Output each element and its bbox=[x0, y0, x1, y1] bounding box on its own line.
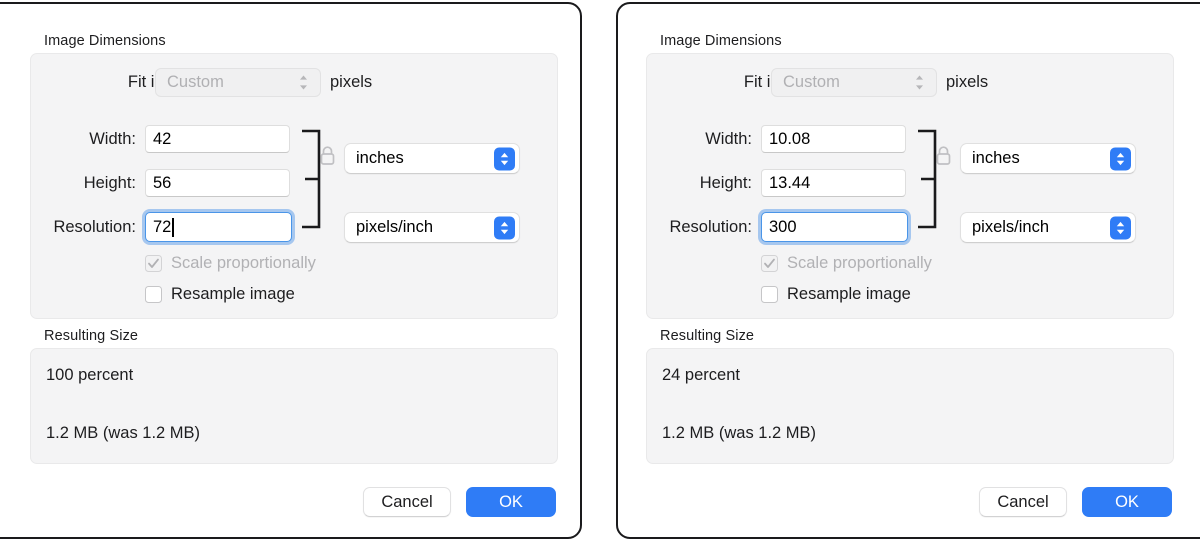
chevron-up-down-icon bbox=[494, 147, 515, 170]
resample-image-label: Resample image bbox=[171, 285, 295, 303]
screenshot-stage: Image Dimensions Fit into: Custom pixels… bbox=[0, 0, 1200, 541]
width-value: 10.08 bbox=[769, 129, 811, 148]
image-dimensions-caption: Image Dimensions bbox=[44, 33, 166, 49]
lock-icon bbox=[319, 145, 336, 171]
height-input[interactable]: 13.44 bbox=[761, 169, 906, 197]
dimension-unit-value: inches bbox=[356, 149, 404, 167]
resolution-unit-select[interactable]: pixels/inch bbox=[960, 212, 1136, 243]
height-label: Height: bbox=[699, 174, 752, 192]
fit-into-select[interactable]: Custom bbox=[771, 68, 937, 97]
checkbox-box bbox=[145, 286, 162, 303]
width-label: Width: bbox=[89, 130, 136, 148]
fit-into-unit-suffix: pixels bbox=[330, 73, 373, 91]
dimension-unit-select[interactable]: inches bbox=[344, 143, 520, 174]
cancel-button[interactable]: Cancel bbox=[363, 487, 451, 517]
height-label: Height: bbox=[83, 174, 136, 192]
image-size-dialog-left: Image Dimensions Fit into: Custom pixels… bbox=[0, 2, 582, 539]
width-input[interactable]: 10.08 bbox=[761, 125, 906, 153]
scale-proportionally-checkbox[interactable]: Scale proportionally bbox=[145, 254, 316, 273]
resolution-unit-select[interactable]: pixels/inch bbox=[344, 212, 520, 243]
scale-proportionally-label: Scale proportionally bbox=[787, 254, 932, 272]
resample-image-checkbox[interactable]: Resample image bbox=[761, 285, 911, 304]
height-value: 13.44 bbox=[769, 173, 811, 192]
resample-image-label: Resample image bbox=[787, 285, 911, 303]
chevron-up-down-icon bbox=[1110, 216, 1131, 239]
dimension-unit-select[interactable]: inches bbox=[960, 143, 1136, 174]
fit-into-unit-suffix: pixels bbox=[946, 73, 989, 91]
resolution-unit-value: pixels/inch bbox=[356, 218, 434, 236]
chevron-up-down-icon bbox=[494, 216, 515, 239]
chevron-up-down-icon bbox=[913, 74, 925, 92]
resolution-unit-value: pixels/inch bbox=[972, 218, 1050, 236]
resulting-size-caption: Resulting Size bbox=[44, 328, 139, 344]
dialog-content-right: Image Dimensions Fit into: Custom pixels… bbox=[618, 4, 1200, 537]
ok-button[interactable]: OK bbox=[1082, 487, 1172, 517]
resolution-value: 300 bbox=[769, 217, 797, 236]
resulting-file-size: 1.2 MB (was 1.2 MB) bbox=[46, 424, 201, 442]
height-value: 56 bbox=[153, 173, 172, 192]
chevron-up-down-icon bbox=[1110, 147, 1131, 170]
scale-proportionally-label: Scale proportionally bbox=[171, 254, 316, 272]
width-input[interactable]: 42 bbox=[145, 125, 290, 153]
checkbox-box bbox=[761, 286, 778, 303]
chevron-up-down-icon bbox=[297, 74, 309, 92]
ok-button[interactable]: OK bbox=[466, 487, 556, 517]
dialog-content-left: Image Dimensions Fit into: Custom pixels… bbox=[0, 4, 580, 537]
width-value: 42 bbox=[153, 129, 172, 148]
cancel-button[interactable]: Cancel bbox=[979, 487, 1067, 517]
resolution-label: Resolution: bbox=[669, 218, 752, 236]
height-input[interactable]: 56 bbox=[145, 169, 290, 197]
scale-proportionally-checkbox[interactable]: Scale proportionally bbox=[761, 254, 932, 273]
resolution-value: 72 bbox=[153, 217, 172, 236]
dimension-unit-value: inches bbox=[972, 149, 1020, 167]
fit-into-select[interactable]: Custom bbox=[155, 68, 321, 97]
resulting-size-caption: Resulting Size bbox=[660, 328, 755, 344]
fit-into-value: Custom bbox=[783, 73, 840, 91]
checkbox-box bbox=[145, 255, 162, 272]
text-caret bbox=[172, 217, 174, 237]
lock-icon bbox=[935, 145, 952, 171]
image-dimensions-caption: Image Dimensions bbox=[660, 33, 782, 49]
width-label: Width: bbox=[705, 130, 752, 148]
resolution-input[interactable]: 72 bbox=[145, 212, 292, 242]
image-size-dialog-right: Image Dimensions Fit into: Custom pixels… bbox=[616, 2, 1200, 539]
resample-image-checkbox[interactable]: Resample image bbox=[145, 285, 295, 304]
checkbox-box bbox=[761, 255, 778, 272]
resulting-file-size: 1.2 MB (was 1.2 MB) bbox=[662, 424, 817, 442]
resolution-label: Resolution: bbox=[53, 218, 136, 236]
resulting-percent: 24 percent bbox=[662, 366, 740, 384]
fit-into-value: Custom bbox=[167, 73, 224, 91]
resolution-input[interactable]: 300 bbox=[761, 212, 908, 242]
resulting-percent: 100 percent bbox=[46, 366, 134, 384]
